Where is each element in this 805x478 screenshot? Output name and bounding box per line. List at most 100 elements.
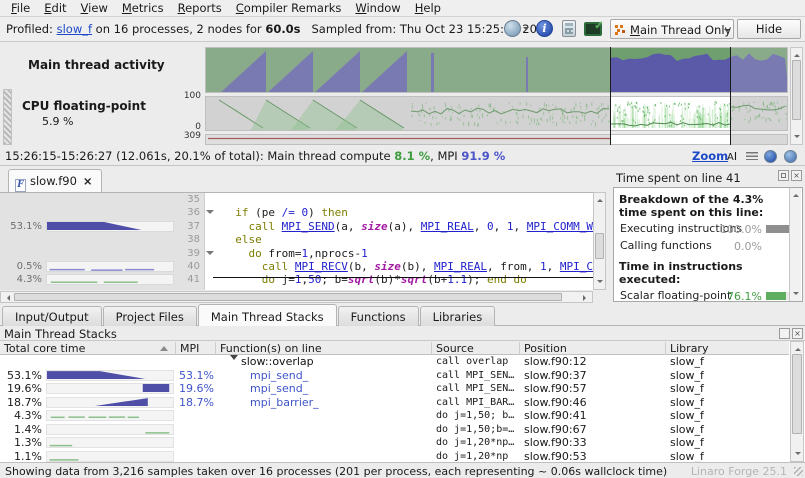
position-value: slow.f90:46	[524, 396, 664, 409]
code-line-38[interactable]: else	[222, 233, 262, 246]
clock-dropdown-arrow-icon[interactable]	[523, 27, 529, 33]
selection-start-line[interactable]	[610, 47, 611, 145]
code-editor[interactable]: 353653.1%3738390.5%404.3%41 if (pe /= 0)…	[0, 192, 606, 290]
table-row[interactable]: 53.1%53.1%mpi_send_call MPI_SEN…slow.f90…	[0, 369, 789, 382]
fold-arrow-icon[interactable]	[206, 210, 214, 218]
function-name[interactable]: mpi_barrier_	[216, 396, 432, 409]
line-time-percent: 4.3%	[0, 274, 42, 285]
code-line-37[interactable]: call MPI_SEND(a, size(a), MPI_REAL, 0, 1…	[222, 220, 593, 233]
menu-edit[interactable]: Edit	[37, 0, 73, 17]
thread-selector-combo[interactable]: Main Thread Only	[610, 19, 734, 39]
table-row[interactable]: 1.1%do j=1,20*npslow.f90:53slow_f	[0, 450, 789, 463]
tab-libraries[interactable]: Libraries	[420, 306, 496, 326]
target-link[interactable]: slow_f	[57, 22, 92, 36]
line-time-percent: 53.1%	[0, 221, 42, 232]
mpi-percent-value: 18.7%	[179, 396, 215, 409]
clock-icon[interactable]	[504, 20, 521, 37]
gutter-row: 38	[0, 233, 205, 246]
select-text-icon[interactable]: AI	[727, 150, 737, 163]
code-line-39[interactable]: do from=1,nprocs-1	[222, 247, 368, 260]
tab-functions[interactable]: Functions	[338, 306, 419, 326]
column-functions-on-line[interactable]: Function(s) on line	[216, 342, 432, 355]
code-line-36[interactable]: if (pe /= 0) then	[222, 206, 348, 219]
table-row[interactable]: 1.4%do j=1,50;b=…slow.f90:67slow_f	[0, 423, 789, 436]
menu-compiler-remarks[interactable]: Compiler Remarks	[229, 0, 349, 17]
column-library[interactable]: Library	[666, 342, 789, 355]
time-spent-scrollbar[interactable]	[789, 188, 801, 301]
range-mid: , MPI	[430, 149, 461, 163]
tree-expander-icon[interactable]	[230, 355, 238, 364]
compute-percent: 8.1 %	[394, 149, 430, 163]
line-number: 36	[176, 207, 200, 218]
source-snippet: call MPI_SEN…	[436, 370, 522, 381]
app-version: Linaro Forge 25.1	[691, 465, 787, 478]
reset-view-icon[interactable]	[784, 150, 797, 163]
scroll-down-icon[interactable]	[794, 135, 800, 141]
line-number: 41	[176, 274, 200, 285]
code-lines[interactable]: if (pe /= 0) then call MPI_SEND(a, size(…	[222, 193, 593, 290]
function-name[interactable]: mpi_send_	[216, 369, 432, 382]
metric-drag-handle[interactable]	[3, 89, 12, 145]
partial-metric-chart[interactable]	[205, 134, 788, 145]
tab-close-icon[interactable]: ×	[83, 174, 93, 188]
code-line-40[interactable]: call MPI_RECV(b, size(b), MPI_REAL, from…	[222, 260, 593, 273]
scroll-up-icon[interactable]	[794, 51, 800, 57]
column-source[interactable]: Source	[432, 342, 520, 355]
tab-project-files[interactable]: Project Files	[103, 306, 197, 326]
menu-reports[interactable]: Reports	[171, 0, 229, 17]
column-position[interactable]: Position	[520, 342, 666, 355]
menu-file[interactable]: File	[4, 0, 37, 17]
cpu-floating-point-chart[interactable]	[205, 96, 788, 131]
menu-window[interactable]: Window	[348, 0, 407, 17]
core-time-sparkline	[46, 383, 174, 394]
editor-tab-slow-f90[interactable]: Fslow.f90×	[8, 169, 102, 192]
close-panel-icon[interactable]: ×	[791, 170, 802, 181]
scale-third-label: 309	[171, 131, 201, 141]
menu-metrics[interactable]: Metrics	[115, 0, 171, 17]
position-value: slow.f90:37	[524, 369, 664, 382]
table-row[interactable]: 18.7%18.7%mpi_barrier_call MPI_BAR…slow.…	[0, 396, 789, 409]
column-total-core-time[interactable]: Total core time	[0, 342, 176, 355]
table-row[interactable]: 19.6%19.6%mpi_send_call MPI_SEN…slow.f90…	[0, 382, 789, 395]
close-panel-icon[interactable]: ×	[792, 328, 803, 339]
source-snippet: call overlap	[436, 356, 522, 367]
function-name[interactable]: mpi_send_	[216, 382, 432, 395]
globe-icon[interactable]	[764, 150, 777, 163]
breakdown-value: 76.1%	[718, 289, 762, 302]
float-panel-icon[interactable]	[778, 170, 789, 181]
resize-grip[interactable]	[794, 467, 803, 476]
line-number: 40	[176, 261, 200, 272]
main-thread-activity-chart[interactable]	[205, 47, 788, 93]
column-mpi[interactable]: MPI	[176, 342, 216, 355]
hide-metrics-button[interactable]: Hide Metrics	[737, 19, 801, 39]
gutter-row: 35	[0, 193, 205, 206]
tab-input-output[interactable]: Input/Output	[2, 306, 102, 326]
total-core-time-value: 1.3%	[0, 436, 42, 449]
float-panel-icon[interactable]	[779, 328, 790, 339]
stacks-scrollbar[interactable]	[790, 341, 804, 462]
zoom-link[interactable]: Zoom	[692, 149, 728, 163]
code-vertical-scrollbar[interactable]	[593, 192, 606, 290]
mpi-percent: 91.9 %	[461, 149, 505, 163]
tab-main-thread-stacks[interactable]: Main Thread Stacks	[198, 304, 337, 326]
menu-view[interactable]: View	[74, 0, 115, 17]
menu-help[interactable]: Help	[408, 0, 448, 17]
menu-bar: FileEditViewMetricsReportsCompiler Remar…	[0, 0, 805, 17]
library-value: slow_f	[670, 382, 788, 395]
selection-end-line[interactable]	[730, 47, 731, 145]
table-row[interactable]: 4.3%do j=1,50; b…slow.f90:41slow_f	[0, 409, 789, 422]
table-row[interactable]: 1.3%do j=1,20*np…slow.f90:33slow_f	[0, 436, 789, 449]
table-row[interactable]: slow::overlapcall overlapslow.f90:12slow…	[0, 355, 789, 368]
code-line-41[interactable]: do j=1,50; b=sqrt(b)*sqrt(b+1.1); end do	[222, 273, 527, 286]
total-core-time-value: 18.7%	[0, 396, 42, 409]
metrics-menu-icon[interactable]	[746, 152, 758, 160]
fold-arrow-icon[interactable]	[206, 251, 214, 259]
metrics-scrollbar[interactable]	[790, 47, 803, 145]
calculator-icon[interactable]	[562, 20, 576, 37]
threads-icon	[615, 25, 618, 28]
system-health-icon[interactable]: ✓	[584, 22, 602, 36]
function-name[interactable]: slow::overlap	[216, 355, 432, 368]
code-horizontal-scrollbar[interactable]	[0, 291, 593, 303]
gutter-row: 0.5%40	[0, 260, 205, 273]
info-icon[interactable]: i	[536, 20, 553, 37]
